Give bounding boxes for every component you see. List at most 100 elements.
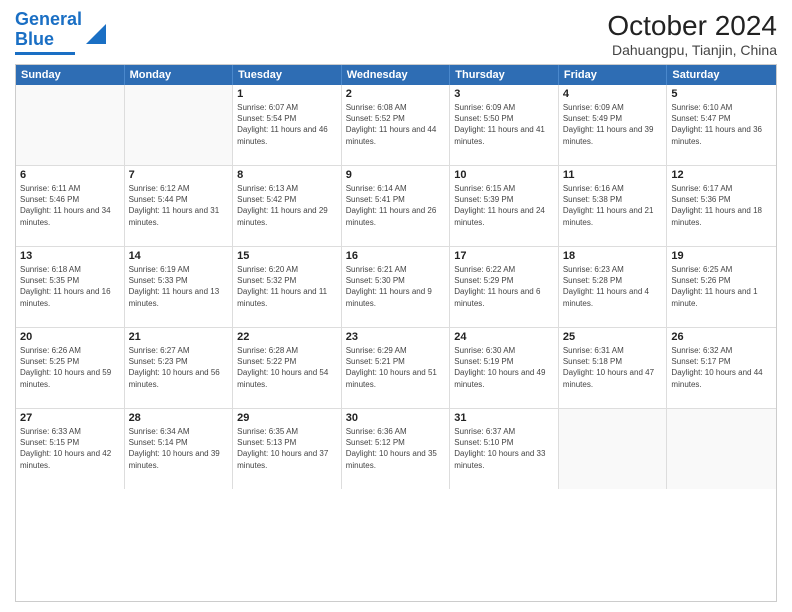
cell-info: Sunrise: 6:09 AM Sunset: 5:50 PM Dayligh…	[454, 102, 554, 147]
logo-text: General Blue	[15, 10, 82, 50]
cell-info: Sunrise: 6:14 AM Sunset: 5:41 PM Dayligh…	[346, 183, 446, 228]
cell-info: Sunrise: 6:11 AM Sunset: 5:46 PM Dayligh…	[20, 183, 120, 228]
subtitle: Dahuangpu, Tianjin, China	[607, 42, 777, 58]
cell-info: Sunrise: 6:26 AM Sunset: 5:25 PM Dayligh…	[20, 345, 120, 390]
day-number: 2	[346, 88, 446, 100]
cal-cell: 8Sunrise: 6:13 AM Sunset: 5:42 PM Daylig…	[233, 166, 342, 246]
cal-cell: 28 Sunrise: 6:34 AM Sunset: 5:14 PM Dayli…	[125, 409, 234, 489]
cal-header-friday: Friday	[559, 65, 668, 85]
cell-info: Sunrise: 6:29 AM Sunset: 5:21 PM Dayligh…	[346, 345, 446, 390]
day-number: 21	[129, 331, 229, 343]
cal-header-monday: Monday	[125, 65, 234, 85]
cal-cell: 22 Sunrise: 6:28 AM Sunset: 5:22 PM Dayli…	[233, 328, 342, 408]
day-number: 12	[671, 169, 772, 181]
cal-cell: 13 Sunrise: 6:18 AM Sunset: 5:35 PM Dayli…	[16, 247, 125, 327]
cal-cell: 24Sunrise: 6:30 AM Sunset: 5:19 PM Dayli…	[450, 328, 559, 408]
cal-cell: 29 Sunrise: 6:35 AM Sunset: 5:13 PM Dayli…	[233, 409, 342, 489]
cal-header-thursday: Thursday	[450, 65, 559, 85]
cell-info: Sunrise: 6:18 AM Sunset: 5:35 PM Dayligh…	[20, 264, 120, 309]
cal-cell: 27 Sunrise: 6:33 AM Sunset: 5:15 PM Dayli…	[16, 409, 125, 489]
cell-info: Sunrise: 6:35 AM Sunset: 5:13 PM Dayligh…	[237, 426, 337, 471]
day-number: 10	[454, 169, 554, 181]
day-number: 17	[454, 250, 554, 262]
cal-week-2: 6 Sunrise: 6:11 AM Sunset: 5:46 PM Daylig…	[16, 166, 776, 247]
cal-week-3: 13 Sunrise: 6:18 AM Sunset: 5:35 PM Dayli…	[16, 247, 776, 328]
day-number: 18	[563, 250, 663, 262]
cal-cell	[559, 409, 668, 489]
cell-info: Sunrise: 6:15 AM Sunset: 5:39 PM Dayligh…	[454, 183, 554, 228]
day-number: 23	[346, 331, 446, 343]
day-number: 15	[237, 250, 337, 262]
cal-cell: 1 Sunrise: 6:07 AM Sunset: 5:54 PM Daylig…	[233, 85, 342, 165]
logo-underline	[15, 52, 75, 55]
cell-info: Sunrise: 6:19 AM Sunset: 5:33 PM Dayligh…	[129, 264, 229, 309]
cell-info: Sunrise: 6:30 AM Sunset: 5:19 PM Dayligh…	[454, 345, 554, 390]
cal-header-tuesday: Tuesday	[233, 65, 342, 85]
cal-cell: 2Sunrise: 6:08 AM Sunset: 5:52 PM Daylig…	[342, 85, 451, 165]
cell-info: Sunrise: 6:36 AM Sunset: 5:12 PM Dayligh…	[346, 426, 446, 471]
cell-info: Sunrise: 6:12 AM Sunset: 5:44 PM Dayligh…	[129, 183, 229, 228]
title-area: October 2024 Dahuangpu, Tianjin, China	[607, 10, 777, 58]
day-number: 8	[237, 169, 337, 181]
cal-header-sunday: Sunday	[16, 65, 125, 85]
cal-cell: 15Sunrise: 6:20 AM Sunset: 5:32 PM Dayli…	[233, 247, 342, 327]
calendar: SundayMondayTuesdayWednesdayThursdayFrid…	[15, 64, 777, 602]
day-number: 26	[671, 331, 772, 343]
day-number: 14	[129, 250, 229, 262]
cal-cell: 6 Sunrise: 6:11 AM Sunset: 5:46 PM Daylig…	[16, 166, 125, 246]
header: General Blue October 2024 Dahuangpu, Tia…	[15, 10, 777, 58]
cal-cell: 18 Sunrise: 6:23 AM Sunset: 5:28 PM Dayli…	[559, 247, 668, 327]
day-number: 19	[671, 250, 772, 262]
cell-info: Sunrise: 6:07 AM Sunset: 5:54 PM Dayligh…	[237, 102, 337, 147]
cal-cell: 3 Sunrise: 6:09 AM Sunset: 5:50 PM Daylig…	[450, 85, 559, 165]
cal-cell: 11Sunrise: 6:16 AM Sunset: 5:38 PM Dayli…	[559, 166, 668, 246]
cell-info: Sunrise: 6:27 AM Sunset: 5:23 PM Dayligh…	[129, 345, 229, 390]
page: General Blue October 2024 Dahuangpu, Tia…	[0, 0, 792, 612]
cell-info: Sunrise: 6:21 AM Sunset: 5:30 PM Dayligh…	[346, 264, 446, 309]
cal-cell: 10 Sunrise: 6:15 AM Sunset: 5:39 PM Dayli…	[450, 166, 559, 246]
logo-general: General	[15, 9, 82, 29]
cell-info: Sunrise: 6:32 AM Sunset: 5:17 PM Dayligh…	[671, 345, 772, 390]
cal-header-wednesday: Wednesday	[342, 65, 451, 85]
cell-info: Sunrise: 6:17 AM Sunset: 5:36 PM Dayligh…	[671, 183, 772, 228]
day-number: 13	[20, 250, 120, 262]
cell-info: Sunrise: 6:33 AM Sunset: 5:15 PM Dayligh…	[20, 426, 120, 471]
cal-cell: 16 Sunrise: 6:21 AM Sunset: 5:30 PM Dayli…	[342, 247, 451, 327]
main-title: October 2024	[607, 10, 777, 42]
day-number: 9	[346, 169, 446, 181]
cal-cell	[667, 409, 776, 489]
cell-info: Sunrise: 6:16 AM Sunset: 5:38 PM Dayligh…	[563, 183, 663, 228]
day-number: 6	[20, 169, 120, 181]
cal-cell: 31Sunrise: 6:37 AM Sunset: 5:10 PM Dayli…	[450, 409, 559, 489]
day-number: 28	[129, 412, 229, 424]
cell-info: Sunrise: 6:22 AM Sunset: 5:29 PM Dayligh…	[454, 264, 554, 309]
day-number: 29	[237, 412, 337, 424]
cal-week-1: 1 Sunrise: 6:07 AM Sunset: 5:54 PM Daylig…	[16, 85, 776, 166]
day-number: 22	[237, 331, 337, 343]
calendar-body: 1 Sunrise: 6:07 AM Sunset: 5:54 PM Daylig…	[16, 85, 776, 489]
cal-week-4: 20 Sunrise: 6:26 AM Sunset: 5:25 PM Dayli…	[16, 328, 776, 409]
cal-cell: 9 Sunrise: 6:14 AM Sunset: 5:41 PM Daylig…	[342, 166, 451, 246]
day-number: 20	[20, 331, 120, 343]
cal-header-saturday: Saturday	[667, 65, 776, 85]
cal-cell	[125, 85, 234, 165]
cal-cell: 4Sunrise: 6:09 AM Sunset: 5:49 PM Daylig…	[559, 85, 668, 165]
cell-info: Sunrise: 6:28 AM Sunset: 5:22 PM Dayligh…	[237, 345, 337, 390]
cell-info: Sunrise: 6:10 AM Sunset: 5:47 PM Dayligh…	[671, 102, 772, 147]
day-number: 16	[346, 250, 446, 262]
day-number: 27	[20, 412, 120, 424]
day-number: 25	[563, 331, 663, 343]
cell-info: Sunrise: 6:25 AM Sunset: 5:26 PM Dayligh…	[671, 264, 772, 309]
day-number: 5	[671, 88, 772, 100]
day-number: 31	[454, 412, 554, 424]
day-number: 30	[346, 412, 446, 424]
cell-info: Sunrise: 6:23 AM Sunset: 5:28 PM Dayligh…	[563, 264, 663, 309]
cal-cell: 5 Sunrise: 6:10 AM Sunset: 5:47 PM Daylig…	[667, 85, 776, 165]
cell-info: Sunrise: 6:34 AM Sunset: 5:14 PM Dayligh…	[129, 426, 229, 471]
cal-cell: 12 Sunrise: 6:17 AM Sunset: 5:36 PM Dayli…	[667, 166, 776, 246]
day-number: 1	[237, 88, 337, 100]
cell-info: Sunrise: 6:09 AM Sunset: 5:49 PM Dayligh…	[563, 102, 663, 147]
logo: General Blue	[15, 10, 106, 55]
day-number: 3	[454, 88, 554, 100]
day-number: 7	[129, 169, 229, 181]
